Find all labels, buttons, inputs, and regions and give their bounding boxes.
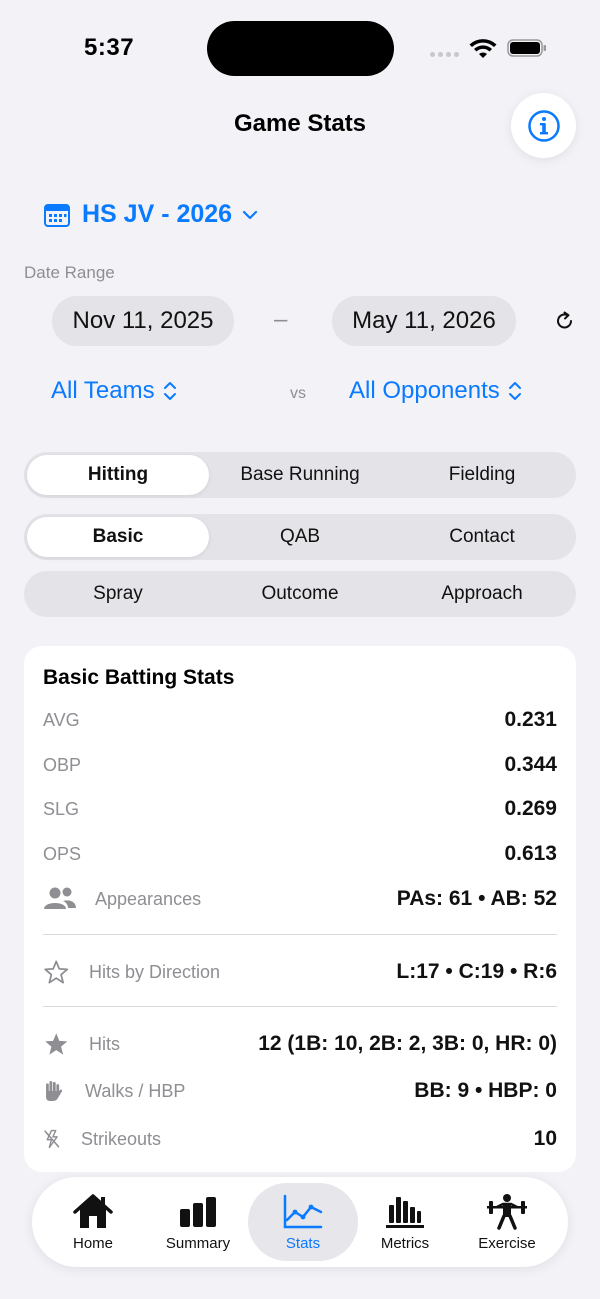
segment-approach[interactable]: Approach	[391, 574, 573, 614]
stat-row-obp: OBP 0.344	[43, 753, 557, 777]
tab-metrics[interactable]: Metrics	[354, 1183, 456, 1261]
info-circle-icon	[527, 109, 560, 142]
stat-label: OBP	[43, 754, 82, 775]
stat-value: 12 (1B: 10, 2B: 2, 3B: 0, HR: 0)	[258, 1032, 557, 1055]
star-outline-icon	[44, 960, 69, 984]
subcategory-segmented-control: Basic QAB Contact	[24, 514, 576, 560]
stat-label: Strikeouts	[81, 1128, 162, 1149]
teams-filter[interactable]: All Teams	[51, 377, 177, 405]
dynamic-island	[207, 21, 394, 76]
metrics-icon	[386, 1196, 424, 1228]
chevron-updown-icon	[508, 382, 521, 400]
stat-value: 10	[533, 1127, 557, 1150]
segment-hitting[interactable]: Hitting	[27, 455, 209, 495]
stat-label: OPS	[43, 843, 82, 864]
segment-spray[interactable]: Spray	[27, 574, 209, 614]
calendar-icon	[44, 203, 70, 227]
tab-bar: Home Summary Stats Metrics Exercise	[32, 1177, 568, 1267]
tab-stats[interactable]: Stats	[248, 1183, 358, 1261]
tab-label: Exercise	[478, 1234, 536, 1252]
opponents-filter-label: All Opponents	[349, 377, 500, 404]
teams-filter-label: All Teams	[51, 377, 155, 404]
chevron-updown-icon	[163, 382, 176, 400]
tab-label: Stats	[285, 1234, 321, 1252]
segment-basic[interactable]: Basic	[27, 517, 209, 557]
stat-row-strikeouts: Strikeouts 10	[43, 1125, 557, 1153]
reset-date-icon[interactable]	[554, 310, 576, 332]
stat-row-slg: SLG 0.269	[43, 797, 557, 821]
stat-label: Hits by Direction	[89, 961, 221, 982]
stat-row-avg: AVG 0.231	[43, 708, 557, 732]
vs-label: vs	[290, 385, 306, 402]
tab-label: Home	[72, 1234, 113, 1252]
stat-value: PAs: 61 • AB: 52	[396, 887, 557, 910]
wifi-icon	[469, 39, 497, 58]
season-selector[interactable]: HS JV - 2026	[44, 200, 258, 229]
cellular-signal-icon	[430, 52, 459, 57]
stat-row-appearances: Appearances PAs: 61 • AB: 52	[43, 885, 557, 913]
tab-summary[interactable]: Summary	[147, 1183, 249, 1261]
stat-row-hits-direction: Hits by Direction L:17 • C:19 • R:6	[43, 958, 557, 986]
divider	[43, 934, 557, 935]
stat-value: BB: 9 • HBP: 0	[414, 1079, 557, 1102]
house-icon	[73, 1193, 113, 1228]
basic-batting-stats-card: Basic Batting Stats AVG 0.231 OBP 0.344 …	[24, 646, 576, 1172]
stat-row-walks: Walks / HBP BB: 9 • HBP: 0	[43, 1077, 557, 1105]
category-segmented-control: Hitting Base Running Fielding	[24, 452, 576, 498]
stat-row-hits: Hits 12 (1B: 10, 2B: 2, 3B: 0, HR: 0)	[43, 1030, 557, 1058]
season-label: HS JV - 2026	[82, 200, 233, 228]
battery-icon	[507, 39, 546, 57]
info-button[interactable]	[511, 93, 576, 158]
segment-base-running[interactable]: Base Running	[209, 455, 391, 495]
stat-row-ops: OPS 0.613	[43, 842, 557, 866]
line-chart-icon	[283, 1194, 323, 1228]
stat-value: 0.344	[504, 753, 557, 776]
hand-raised-icon	[46, 1081, 63, 1101]
segment-contact[interactable]: Contact	[391, 517, 573, 557]
bar-chart-icon	[180, 1196, 216, 1227]
segment-fielding[interactable]: Fielding	[391, 455, 573, 495]
stat-value: 0.613	[504, 842, 557, 865]
stat-label: AVG	[43, 709, 80, 730]
start-date-picker[interactable]: Nov 11, 2025	[52, 296, 234, 346]
stat-label: Appearances	[95, 888, 202, 909]
stat-value: 0.269	[504, 797, 557, 820]
date-range-label: Date Range	[24, 263, 115, 282]
stat-label: Hits	[89, 1033, 120, 1054]
divider	[43, 1006, 557, 1007]
tab-exercise[interactable]: Exercise	[456, 1183, 558, 1261]
tab-label: Metrics	[380, 1234, 430, 1252]
chevron-down-icon	[242, 210, 258, 219]
subcategory-segmented-control-2: Spray Outcome Approach	[24, 571, 576, 617]
tab-label: Summary	[165, 1234, 231, 1252]
people-icon	[44, 887, 76, 909]
opponents-filter[interactable]: All Opponents	[349, 377, 522, 405]
end-date-picker[interactable]: May 11, 2026	[332, 296, 516, 346]
date-separator: –	[274, 306, 288, 333]
stat-label: SLG	[43, 798, 80, 819]
status-bar: 5:37	[0, 0, 600, 96]
segment-outcome[interactable]: Outcome	[209, 574, 391, 614]
segment-qab[interactable]: QAB	[209, 517, 391, 557]
status-time: 5:37	[84, 34, 135, 61]
page-title: Game Stats	[233, 110, 367, 137]
stat-value: 0.231	[504, 708, 557, 731]
stat-label: Walks / HBP	[85, 1080, 186, 1101]
star-filled-icon	[45, 1033, 68, 1055]
tab-home[interactable]: Home	[42, 1183, 144, 1261]
stat-value: L:17 • C:19 • R:6	[396, 960, 557, 983]
bolt-slash-icon	[44, 1129, 60, 1149]
weightlifting-icon	[487, 1193, 527, 1230]
card-title: Basic Batting Stats	[43, 666, 235, 689]
